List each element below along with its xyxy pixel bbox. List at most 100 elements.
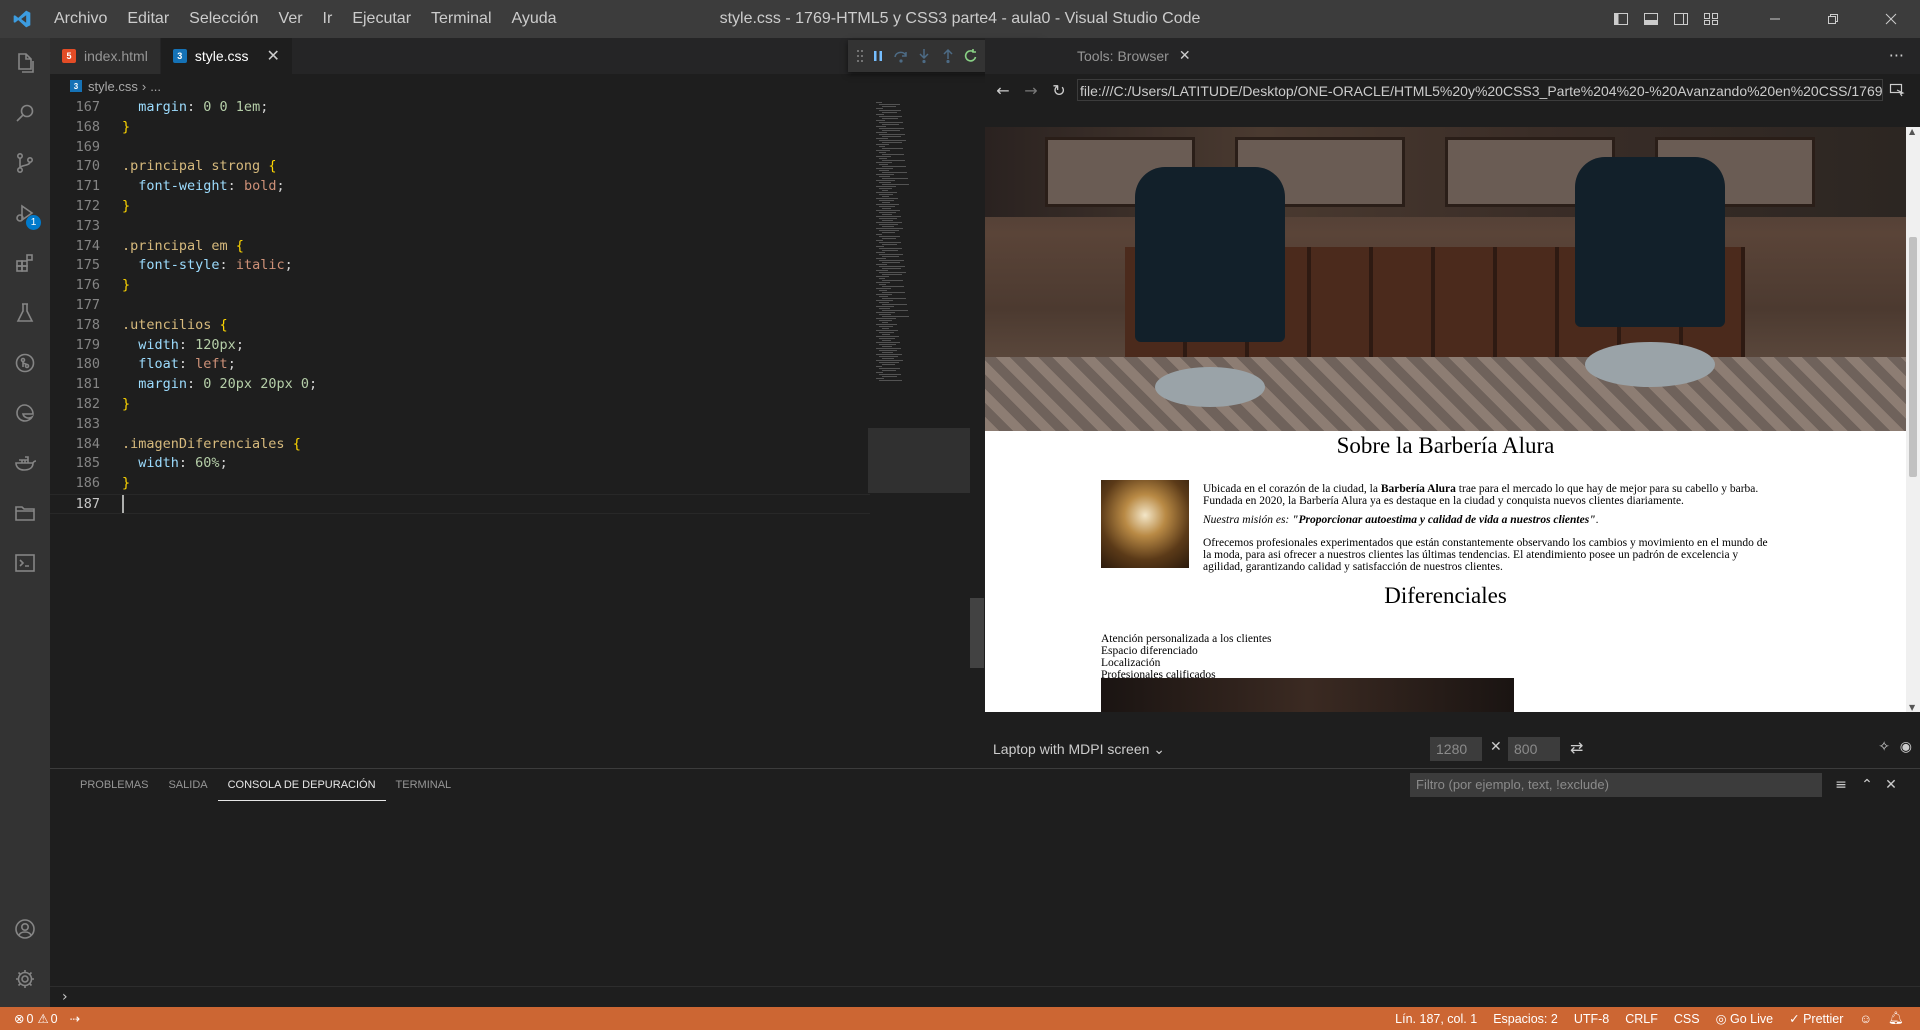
notifications-bell-icon[interactable]: 🔔︎ [1880, 1011, 1912, 1026]
cursor-position[interactable]: Lín. 187, col. 1 [1387, 1012, 1485, 1026]
code-line[interactable]: 167 margin: 0 0 1em; [50, 98, 870, 118]
go-live-button[interactable]: ◎ Go Live [1708, 1011, 1782, 1026]
code-line[interactable]: 186} [50, 474, 870, 494]
toggle-secondary-sidebar-icon[interactable] [1666, 0, 1696, 38]
pause-icon[interactable] [866, 40, 889, 72]
toggle-primary-sidebar-icon[interactable] [1606, 0, 1636, 38]
language-mode[interactable]: CSS [1666, 1012, 1708, 1026]
breadcrumb-rest[interactable]: ... [150, 79, 161, 94]
live-share-icon[interactable]: ⇢ [62, 1011, 88, 1026]
rotate-icon[interactable]: ⇄ [1570, 738, 1583, 757]
menu-item-ayuda[interactable]: Ayuda [502, 0, 567, 38]
console-filter-input[interactable]: Filtro (por ejemplo, text, !exclude) [1410, 773, 1822, 797]
git-graph-icon[interactable] [0, 338, 50, 388]
error-icon[interactable]: ⊗ [14, 1011, 24, 1026]
settings-gear-icon[interactable] [0, 954, 50, 1004]
restore-icon[interactable] [1804, 0, 1862, 38]
width-input[interactable]: 1280 [1430, 737, 1482, 761]
menu-item-ver[interactable]: Ver [269, 0, 313, 38]
close-window-icon[interactable] [1862, 0, 1920, 38]
code-line[interactable]: 185 width: 60%; [50, 454, 870, 474]
more-actions-icon[interactable]: ··· [1889, 38, 1904, 74]
panel-tab[interactable]: CONSOLA DE DEPURACIÓN [217, 769, 386, 801]
code-line[interactable]: 169 [50, 138, 870, 158]
menu-item-editar[interactable]: Editar [117, 0, 179, 38]
menu-item-ir[interactable]: Ir [313, 0, 343, 38]
emulate-icon[interactable]: ✧ [1878, 739, 1890, 755]
height-input[interactable]: 800 [1508, 737, 1560, 761]
close-browser-tab-icon[interactable]: ✕ [1179, 48, 1191, 64]
minimize-icon[interactable] [1746, 0, 1804, 38]
customize-layout-icon[interactable] [1696, 0, 1726, 38]
step-out-icon[interactable] [936, 40, 959, 72]
vision-icon[interactable]: ◉ [1900, 739, 1912, 755]
tab-index-html[interactable]: 5 index.html [50, 38, 161, 74]
breadcrumb-file[interactable]: style.css [88, 79, 138, 94]
code-line[interactable]: 180 float: left; [50, 355, 870, 375]
drag-handle-icon[interactable] [854, 40, 866, 72]
close-panel-icon[interactable]: ✕ [1880, 773, 1902, 797]
minimap-viewport[interactable] [868, 428, 970, 493]
code-editor[interactable]: 167 margin: 0 0 1em; 168} 169 170 .principal… [50, 98, 870, 768]
scroll-down-icon[interactable]: ▼ [1909, 703, 1915, 712]
source-control-icon[interactable] [0, 138, 50, 188]
menu-item-archivo[interactable]: Archivo [44, 0, 117, 38]
close-tab-icon[interactable]: ✕ [267, 46, 280, 66]
code-line[interactable]: 177 [50, 296, 870, 316]
panel-tab[interactable]: TERMINAL [386, 769, 462, 801]
step-into-icon[interactable] [913, 40, 936, 72]
step-over-icon[interactable] [889, 40, 912, 72]
code-line[interactable]: 175 font-style: italic; [50, 256, 870, 276]
scroll-up-icon[interactable]: ▲ [1909, 127, 1915, 136]
maximize-panel-icon[interactable]: ⌃ [1856, 773, 1878, 797]
warning-count[interactable]: 0 [49, 1012, 62, 1026]
menu-item-ejecutar[interactable]: Ejecutar [342, 0, 421, 38]
indentation[interactable]: Espacios: 2 [1485, 1012, 1566, 1026]
url-bar[interactable]: file:///C:/Users/LATITUDE/Desktop/ONE-OR… [1077, 79, 1883, 101]
restart-icon[interactable] [959, 40, 982, 72]
menu-item-terminal[interactable]: Terminal [421, 0, 501, 38]
page-scrollbar[interactable]: ▲ ▼ [1906, 127, 1920, 712]
page-scroll-thumb[interactable] [1909, 237, 1917, 477]
docker-icon[interactable] [0, 438, 50, 488]
toggle-panel-icon[interactable] [1636, 0, 1666, 38]
feedback-icon[interactable]: ☺ [1851, 1012, 1880, 1026]
code-line[interactable]: 171 font-weight: bold; [50, 177, 870, 197]
error-count[interactable]: 0 [24, 1012, 37, 1026]
code-line[interactable]: 179 width: 120px; [50, 336, 870, 356]
panel-tab[interactable]: SALIDA [158, 769, 217, 801]
warning-icon[interactable]: ⚠ [37, 1011, 48, 1026]
minimap[interactable] [868, 98, 970, 768]
explorer-icon[interactable] [0, 38, 50, 88]
code-line[interactable]: 174 .principal em { [50, 237, 870, 257]
browser-tab-label[interactable]: Tools: Browser [1077, 48, 1169, 64]
editor-scrollbar[interactable] [970, 598, 984, 668]
run-debug-icon[interactable]: 1 [0, 188, 50, 238]
panel-tab[interactable]: PROBLEMAS [70, 769, 158, 801]
tab-style-css[interactable]: 3 style.css ✕ [160, 38, 293, 74]
code-line[interactable]: 178 .utencilios { [50, 316, 870, 336]
code-line[interactable]: 176} [50, 276, 870, 296]
code-line[interactable]: 184 .imagenDiferenciales { [50, 435, 870, 455]
menu-item-selección[interactable]: Selección [179, 0, 268, 38]
code-line[interactable]: 170 .principal strong { [50, 157, 870, 177]
code-line[interactable]: 183 [50, 415, 870, 435]
forward-arrow-icon[interactable]: → [1017, 74, 1045, 106]
code-line[interactable]: 181 margin: 0 20px 20px 0; [50, 375, 870, 395]
code-line[interactable]: 168} [50, 118, 870, 138]
folder-icon[interactable] [0, 488, 50, 538]
code-line[interactable]: 173 [50, 217, 870, 237]
back-arrow-icon[interactable]: ← [989, 74, 1017, 106]
extensions-icon[interactable] [0, 238, 50, 288]
terminal-icon[interactable] [0, 538, 50, 588]
screencast-toggle-icon[interactable] [1883, 74, 1911, 106]
device-select[interactable]: Laptop with MDPI screen ⌄ [993, 741, 1165, 758]
edge-devtools-icon[interactable] [0, 388, 50, 438]
reload-icon[interactable]: ↻ [1045, 74, 1073, 106]
prettier-button[interactable]: ✓ Prettier [1781, 1011, 1851, 1026]
code-line[interactable]: 187 [50, 493, 870, 514]
search-icon[interactable] [0, 88, 50, 138]
word-wrap-icon[interactable]: ≡ [1830, 773, 1852, 797]
encoding[interactable]: UTF-8 [1566, 1012, 1617, 1026]
code-line[interactable]: 172} [50, 197, 870, 217]
